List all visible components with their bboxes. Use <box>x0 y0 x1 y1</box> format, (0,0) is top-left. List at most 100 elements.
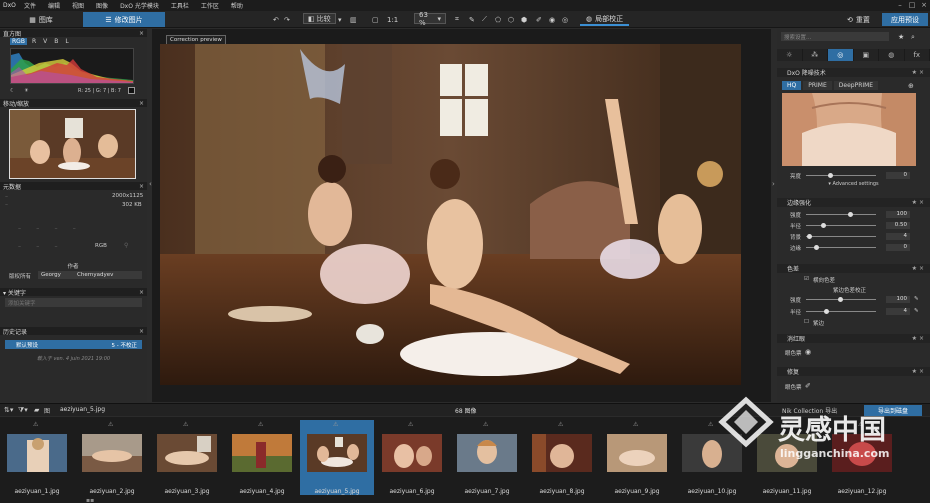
filmstrip-thumb[interactable]: ⚠ aeziyuan_2.jpg <box>75 420 149 495</box>
close-icon[interactable]: × <box>139 328 144 335</box>
eyedropper-icon[interactable]: ✎ <box>914 308 919 314</box>
channel-r[interactable]: R <box>30 38 38 45</box>
slider-knob[interactable] <box>824 309 830 314</box>
geometry-tab-icon[interactable]: ▣ <box>854 49 879 61</box>
slider-value[interactable]: 4 <box>886 233 910 240</box>
section-menu-icon[interactable]: ★ × <box>912 335 924 342</box>
volume-deformation-icon[interactable]: ⬢ <box>521 13 527 26</box>
red-eye-header[interactable]: 消红眼 ★ × <box>777 334 930 343</box>
slider-knob[interactable] <box>837 297 843 302</box>
highlight-clip-icon[interactable]: ☀ <box>24 88 29 94</box>
filmstrip-thumb[interactable]: ⚠ aeziyuan_8.jpg <box>525 420 599 495</box>
keywords-input[interactable]: 添加关键字 <box>5 298 142 307</box>
slider-row[interactable]: 强度 100 <box>782 296 927 304</box>
reset-button[interactable]: ⟲ 重置 <box>843 13 874 26</box>
redo-icon[interactable]: ↷ <box>284 13 290 26</box>
slider-track[interactable] <box>806 175 876 176</box>
show-mask-icon[interactable]: ◉ <box>549 13 555 26</box>
section-menu-icon[interactable]: ★ × <box>912 69 924 76</box>
author-last-field[interactable]: Chernyadyev <box>74 271 142 279</box>
star-icon[interactable]: ★ <box>898 33 904 41</box>
menu-help[interactable]: 帮助 <box>225 1 249 10</box>
apply-preset-button[interactable]: 应用预设 <box>882 13 928 26</box>
filmstrip-thumb[interactable]: ⚠ aeziyuan_9.jpg <box>600 420 674 495</box>
section-menu-icon[interactable]: ★ × <box>912 265 924 272</box>
filmstrip-thumb[interactable]: ⚠ aeziyuan_7.jpg <box>450 420 524 495</box>
eyedropper-icon[interactable]: ✎ <box>914 296 919 302</box>
search-icon[interactable]: ⌕ <box>911 33 915 42</box>
folder-icon[interactable]: ▰ <box>34 406 39 414</box>
scroll-handle-icon[interactable]: ▪▪ <box>86 497 94 503</box>
menu-edit[interactable]: 编辑 <box>42 1 66 10</box>
menu-toolbar[interactable]: 工具栏 <box>165 1 195 10</box>
zoom-1-1-button[interactable]: 1:1 <box>387 13 398 26</box>
channel-l[interactable]: L <box>63 38 70 45</box>
minimize-icon[interactable]: – <box>894 0 906 11</box>
slider-row[interactable]: 边缘 0 <box>782 244 927 252</box>
slider-value[interactable]: 100 <box>886 211 910 218</box>
shadow-clip-icon[interactable]: ☾ <box>10 88 15 94</box>
slider-knob[interactable] <box>828 173 833 178</box>
section-menu-icon[interactable]: ★ × <box>912 199 924 206</box>
section-menu-icon[interactable]: ★ × <box>912 368 924 375</box>
nr-mode-deepprime[interactable]: DeepPRIME <box>833 81 879 90</box>
filmstrip-thumb[interactable]: ⚠ aeziyuan_3.jpg <box>150 420 224 495</box>
close-icon[interactable]: × <box>139 183 144 190</box>
filmstrip-thumb[interactable]: ⚠ aeziyuan_4.jpg <box>225 420 299 495</box>
nr-mode-prime[interactable]: PRIME <box>803 81 832 90</box>
luminance-slider[interactable]: 亮度 0 <box>782 172 927 180</box>
close-icon[interactable]: × <box>139 30 144 37</box>
luminance-value[interactable]: 0 <box>886 172 910 179</box>
eyedropper-icon[interactable]: ✎ <box>469 13 475 26</box>
sort-icon[interactable]: ⇅▾ <box>4 406 13 414</box>
slider-row[interactable]: 半径 4 <box>782 308 927 316</box>
nr-mode-hq[interactable]: HQ <box>782 81 802 90</box>
channel-b[interactable]: B <box>52 38 60 45</box>
target-icon[interactable]: ⊕ <box>908 82 914 90</box>
brush-icon[interactable]: ✐ <box>805 382 811 390</box>
slider-track[interactable] <box>806 311 876 312</box>
color-tab-icon[interactable]: ⁂ <box>803 49 828 61</box>
filmstrip-thumb[interactable]: ⚠ aeziyuan_1.jpg <box>0 420 74 495</box>
straighten-icon[interactable]: ⟋ <box>482 13 487 26</box>
maximize-icon[interactable]: □ <box>906 0 918 11</box>
slider-knob[interactable] <box>806 234 812 239</box>
noise-reduction-header[interactable]: DxO 降噪技术 ★ × <box>777 68 930 77</box>
local-adjustments-button[interactable]: ◍ 局部校正 <box>580 13 630 26</box>
crop-icon[interactable]: ⌗ <box>455 13 459 26</box>
close-icon[interactable]: × <box>139 289 144 296</box>
fit-screen-icon[interactable]: ▢ <box>372 13 379 26</box>
menu-image[interactable]: 图像 <box>90 1 114 10</box>
menu-view[interactable]: 视图 <box>66 1 90 10</box>
noise-preview[interactable] <box>782 93 916 166</box>
menu-file[interactable]: 文件 <box>18 1 42 10</box>
zoom-select[interactable]: 63 % ▾ <box>414 11 446 27</box>
tab-customize[interactable]: ☰ 修改图片 <box>83 12 165 27</box>
slider-row[interactable]: 半径 0.50 <box>782 222 927 230</box>
history-item[interactable]: 默认预设 5 - 不校正 <box>5 340 142 349</box>
filmstrip-thumb-selected[interactable]: ⚠ aeziyuan_5.jpg <box>300 420 374 495</box>
split-view-icon[interactable]: ▥ <box>350 13 357 26</box>
slider-knob[interactable] <box>820 223 826 228</box>
repair-header[interactable]: 修复 ★ × <box>777 367 930 376</box>
light-tab-icon[interactable]: ☼ <box>777 49 803 61</box>
slider-value[interactable]: 4 <box>886 308 910 315</box>
lens-sharpness-header[interactable]: 边缘强化 ★ × <box>777 198 930 207</box>
settings-search-input[interactable]: 搜索设置... <box>781 32 889 41</box>
slider-value[interactable]: 0 <box>886 244 910 251</box>
repair-brush-icon[interactable]: ✐ <box>536 13 542 26</box>
watermark-tab-icon[interactable]: ◍ <box>879 49 905 61</box>
slider-value[interactable]: 0.50 <box>886 222 910 229</box>
author-first-field[interactable]: Georgy <box>38 271 74 279</box>
slider-knob[interactable] <box>813 245 819 250</box>
navigator-thumbnail[interactable] <box>9 109 136 179</box>
menu-workspace[interactable]: 工作区 <box>195 1 225 10</box>
eye-icon[interactable]: ◉ <box>805 348 811 356</box>
slider-value[interactable]: 100 <box>886 296 910 303</box>
purple-fringe-checkbox[interactable]: ☐ <box>804 319 809 325</box>
slider-row[interactable]: 强度 100 <box>782 211 927 219</box>
tab-library[interactable]: ▦ 图库 <box>0 12 82 27</box>
main-photo[interactable] <box>160 44 741 385</box>
lateral-ca-checkbox[interactable]: ☑ <box>804 276 809 282</box>
advanced-settings-link[interactable]: ▾ Advanced settings <box>777 181 930 187</box>
